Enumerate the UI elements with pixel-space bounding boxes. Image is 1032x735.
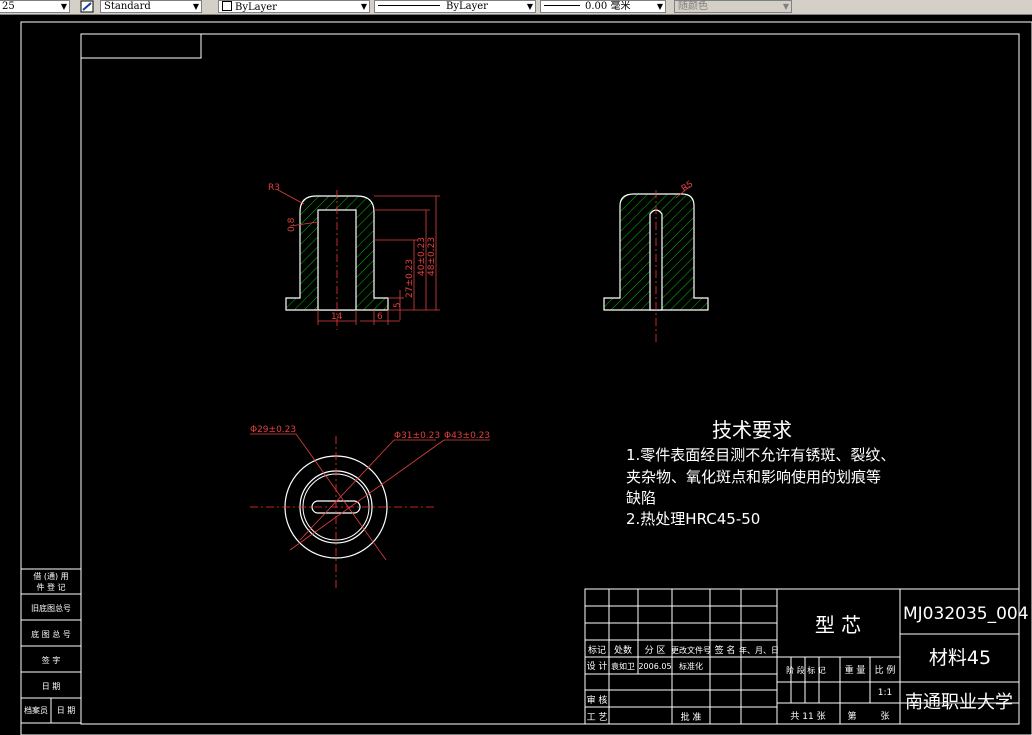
dim-48: 48±0.23: [427, 237, 437, 276]
chevron-down-icon: ▼: [656, 2, 663, 11]
dim-phi31: Φ31±0.23: [394, 431, 440, 441]
scale-combo-value: 25: [2, 1, 15, 12]
side-label-4: 底 图 总 号: [31, 629, 71, 639]
properties-toolbar: 25 ▼ Standard ▼ ByLayer ▼ ByLayer ▼ 0.00…: [0, 0, 1032, 15]
tech-req-line-4: 2.热处理HRC45-50: [626, 510, 760, 528]
tb-process-label: 工 艺: [587, 712, 608, 723]
tech-req-heading: 技术要求: [712, 418, 792, 442]
tb-header-sign: 签 名: [715, 644, 736, 656]
plot-style-combo[interactable]: 随颜色 ▼: [674, 0, 792, 13]
tb-scale-label: 比 例: [875, 664, 896, 676]
line-preview-icon: [378, 5, 440, 6]
tb-material: 材料45: [929, 647, 991, 669]
lineweight-value: 0.00: [585, 1, 608, 12]
dim-6: 6: [377, 312, 383, 322]
tb-scale-value: 1:1: [878, 688, 892, 698]
dim-0-8: 0.8: [287, 217, 297, 232]
lineweight-combo[interactable]: 0.00 毫米 ▼: [540, 0, 666, 13]
tb-sheet-no: 第: [847, 710, 856, 722]
text-style-value: Standard: [104, 1, 151, 12]
technical-requirements: 技术要求 1.零件表面经目测不允许有锈斑、裂纹、 夹杂物、氧化斑点和影响使用的划…: [626, 418, 895, 528]
tb-designer: 袁如卫: [611, 661, 635, 671]
chevron-down-icon: ▼: [60, 2, 67, 11]
tb-standardize: 标准化: [679, 661, 703, 671]
side-label-7: 档案员: [24, 705, 48, 715]
tb-sheet-label: 张: [880, 711, 889, 722]
lineweight-unit: 毫米: [610, 1, 631, 12]
linetype-value: ByLayer: [446, 1, 488, 12]
dim-r3: R3: [268, 183, 280, 193]
tb-stage-label: 阶 段 标 记: [786, 665, 826, 675]
tb-review-label: 审 核: [587, 694, 608, 706]
side-label-6: 日 期: [42, 682, 61, 691]
dim-5: 5: [393, 302, 403, 308]
dim-phi29: Φ29±0.23: [250, 425, 296, 435]
side-section-view: R5: [603, 179, 709, 343]
side-label-2: 件 登 记: [36, 582, 65, 592]
linetype-combo[interactable]: ByLayer ▼: [374, 0, 536, 13]
tb-header-date: 年、月、日: [739, 645, 779, 655]
title-block: 标记 处数 分 区 更改文件号 签 名 年、月、日 设 计 袁如卫 2006.0…: [584, 588, 1029, 725]
dim-27: 27±0.23: [405, 259, 415, 298]
dim-40: 40±0.23: [417, 237, 427, 276]
side-label-8: 日 期: [57, 706, 76, 715]
chevron-down-icon: ▼: [360, 2, 367, 11]
front-section-view: R3 0.8 14 6 5 27±0.23 40±0.23 48±0.23: [268, 183, 440, 330]
layer-color-combo[interactable]: ByLayer ▼: [218, 0, 370, 13]
tech-req-line-2: 夹杂物、氧化斑点和影响使用的划痕等: [626, 468, 881, 486]
tb-part-name: 型 芯: [815, 613, 861, 637]
layer-value: ByLayer: [235, 2, 277, 13]
drawing-canvas[interactable]: R3 0.8 14 6 5 27±0.23 40±0.23 48±0.23 R5: [0, 15, 1032, 735]
side-registry-table: 借 (通) 用 件 登 记 旧底图总号 底 图 总 号 签 字 日 期 档案员 …: [20, 568, 82, 724]
scale-combo[interactable]: 25 ▼: [0, 0, 70, 13]
tb-header-zone: 分 区: [645, 645, 666, 656]
tech-req-line-3: 缺陷: [626, 489, 656, 507]
side-label-3: 旧底图总号: [31, 603, 71, 613]
dim-14: 14: [331, 312, 343, 322]
tb-school: 南通职业大学: [905, 692, 1013, 713]
tb-header-mark: 标记: [588, 644, 606, 656]
text-style-combo[interactable]: Standard ▼: [100, 0, 202, 13]
plot-style-value: 随颜色: [678, 1, 708, 12]
tech-req-line-1: 1.零件表面经目测不允许有锈斑、裂纹、: [626, 446, 895, 464]
tb-header-change-doc: 更改文件号: [671, 645, 711, 655]
tb-sheets-total: 共 11 张: [790, 711, 825, 722]
line-preview-icon: [544, 5, 580, 6]
drawing-frame: [20, 21, 1032, 735]
text-style-icon[interactable]: [80, 0, 94, 13]
top-view: Φ29±0.23 Φ31±0.23 Φ43±0.23: [250, 425, 490, 588]
tb-drawing-no: MJ032035_004: [903, 604, 1029, 624]
dim-r5: R5: [680, 179, 696, 194]
color-swatch-icon: [222, 1, 232, 11]
tb-approve-label: 批 准: [681, 711, 702, 723]
dim-phi43: Φ43±0.23: [444, 431, 490, 441]
chevron-down-icon: ▼: [192, 2, 199, 11]
tb-weight-label: 重 量: [845, 664, 866, 676]
side-label-5: 签 字: [42, 655, 61, 665]
side-label-1: 借 (通) 用: [33, 571, 68, 581]
tb-design-label: 设 计: [587, 660, 608, 672]
tb-header-count: 处数: [614, 644, 632, 656]
chevron-down-icon: ▼: [526, 2, 533, 11]
tb-design-date: 2006.05: [638, 662, 671, 671]
chevron-down-icon: ▼: [782, 2, 789, 11]
